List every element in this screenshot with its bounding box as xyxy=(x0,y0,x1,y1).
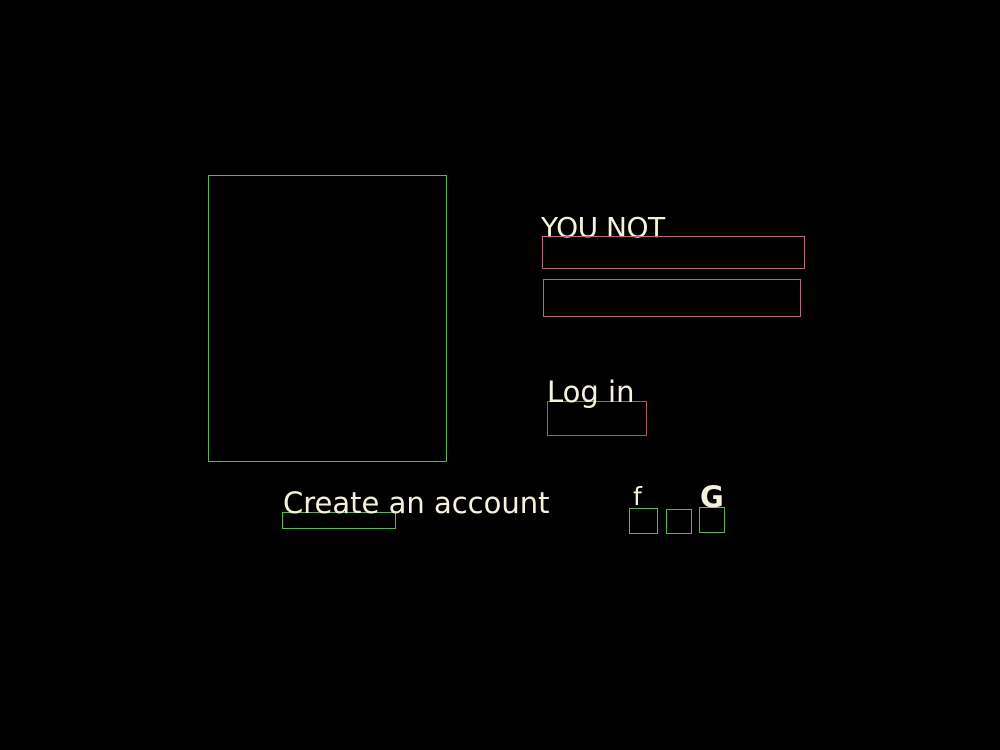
image-placeholder xyxy=(208,175,447,462)
login-button-label: Log in xyxy=(547,375,635,409)
social-login-button[interactable] xyxy=(666,509,692,534)
facebook-login-button[interactable] xyxy=(629,508,658,534)
google-icon: G xyxy=(700,480,724,514)
login-screen: YOU NOT Log in Create an account f G xyxy=(0,0,1000,750)
create-account-label: Create an account xyxy=(283,486,550,520)
username-field[interactable] xyxy=(542,236,805,269)
facebook-icon: f xyxy=(633,482,642,511)
password-field[interactable] xyxy=(543,279,801,317)
